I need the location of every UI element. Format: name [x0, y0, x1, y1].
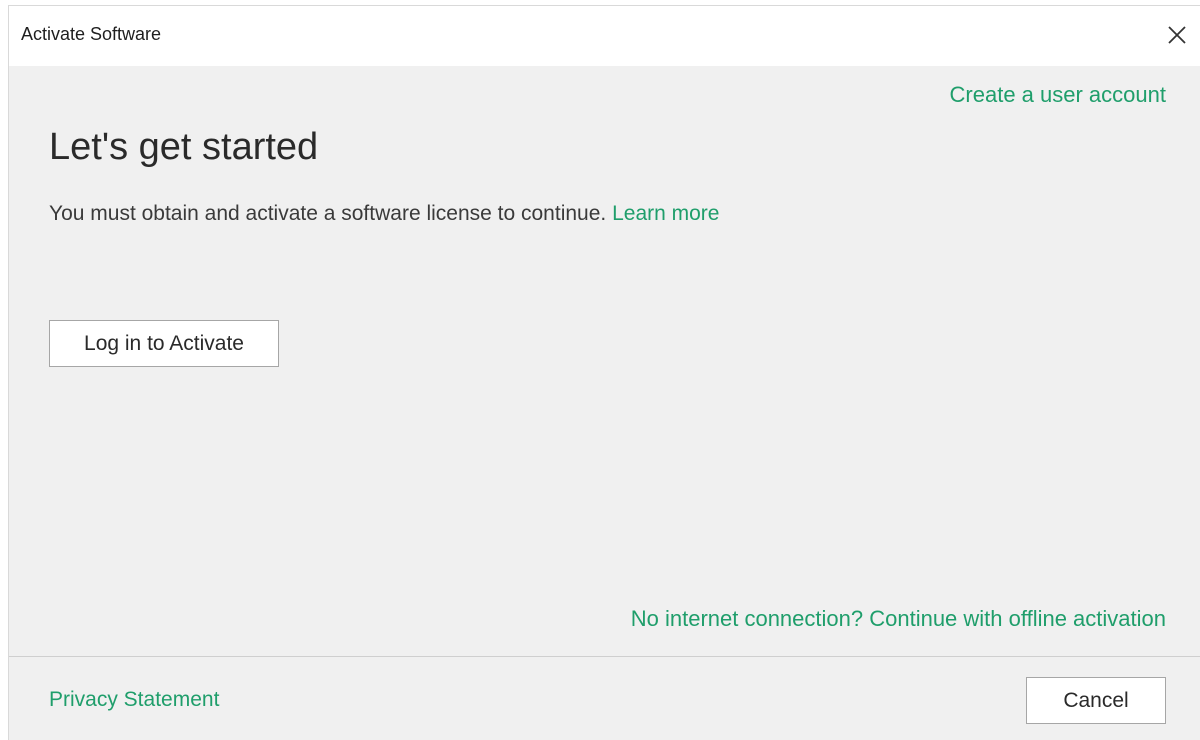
close-icon [1168, 26, 1186, 44]
create-account-link[interactable]: Create a user account [950, 82, 1166, 108]
offline-activation-link[interactable]: No internet connection? Continue with of… [631, 606, 1166, 632]
learn-more-link[interactable]: Learn more [612, 202, 719, 225]
activate-software-dialog: Activate Software Create a user account … [8, 5, 1200, 740]
license-info-text: You must obtain and activate a software … [49, 202, 607, 225]
close-button[interactable] [1160, 18, 1194, 52]
license-info: You must obtain and activate a software … [49, 202, 719, 226]
page-title: Let's get started [49, 126, 319, 168]
privacy-statement-link[interactable]: Privacy Statement [49, 688, 219, 712]
log-in-to-activate-button[interactable]: Log in to Activate [49, 320, 279, 367]
footer-divider [9, 656, 1200, 657]
cancel-button[interactable]: Cancel [1026, 677, 1166, 724]
title-bar: Activate Software [9, 6, 1200, 66]
window-title: Activate Software [21, 24, 162, 44]
